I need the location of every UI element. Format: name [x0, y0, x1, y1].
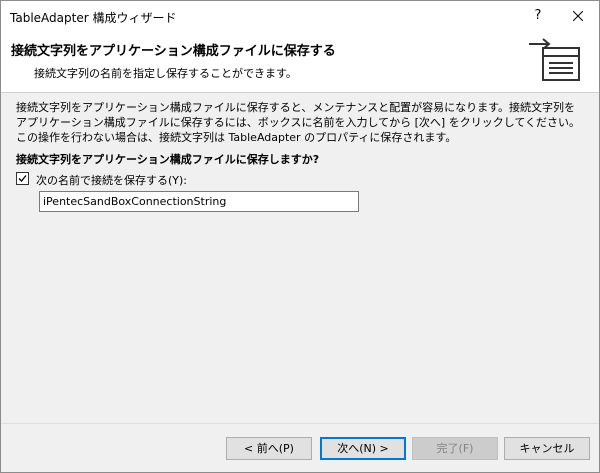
- connection-name-input[interactable]: [39, 191, 359, 212]
- checkmark-icon: [18, 175, 27, 182]
- wizard-header: 接続文字列をアプリケーション構成ファイルに保存する 接続文字列の名前を指定し保存…: [1, 31, 599, 93]
- help-button[interactable]: ?: [521, 1, 555, 31]
- save-to-config-icon: [529, 38, 580, 81]
- next-button[interactable]: 次へ(N) >: [320, 437, 406, 460]
- wizard-window: TableAdapter 構成ウィザード ? 接続文字列をアプリケーション構成フ…: [0, 0, 600, 473]
- save-connection-checkbox[interactable]: [16, 172, 29, 185]
- save-connection-label[interactable]: 次の名前で接続を保存する(Y):: [36, 172, 187, 188]
- description-text: 接続文字列をアプリケーション構成ファイルに保存すると、メンテナンスと配置が容易に…: [16, 101, 581, 144]
- finish-button[interactable]: 完了(F): [412, 437, 498, 460]
- page-subtitle: 接続文字列の名前を指定し保存することができます。: [34, 67, 297, 80]
- cancel-button[interactable]: キャンセル: [504, 437, 590, 460]
- window-title: TableAdapter 構成ウィザード: [10, 11, 177, 25]
- prev-button[interactable]: < 前へ(P): [226, 437, 312, 460]
- title-bar[interactable]: TableAdapter 構成ウィザード ?: [1, 1, 599, 31]
- close-icon: [573, 11, 583, 21]
- close-button[interactable]: [557, 1, 599, 31]
- page-title: 接続文字列をアプリケーション構成ファイルに保存する: [11, 44, 336, 59]
- save-question: 接続文字列をアプリケーション構成ファイルに保存しますか?: [16, 153, 320, 166]
